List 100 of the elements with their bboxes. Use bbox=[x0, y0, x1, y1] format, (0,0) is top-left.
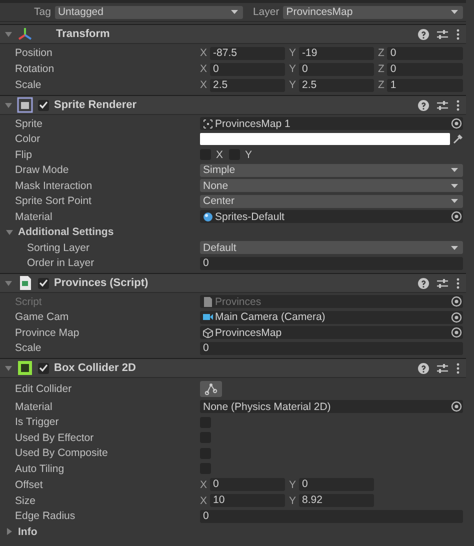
field-label: Draw Mode bbox=[14, 164, 70, 176]
help-icon[interactable] bbox=[418, 362, 429, 374]
object-picker-icon[interactable] bbox=[451, 118, 462, 130]
expand-arrow-icon[interactable] bbox=[5, 30, 12, 38]
axis-label: X bbox=[200, 478, 208, 490]
field-label: Edit Collider bbox=[14, 383, 73, 395]
edit-collider-button[interactable] bbox=[200, 381, 222, 397]
object-field[interactable]: ProvincesMap 1 bbox=[200, 117, 463, 130]
sprite-renderer-icon bbox=[17, 97, 33, 113]
number-field[interactable]: 0 bbox=[210, 62, 285, 76]
more-icon[interactable] bbox=[456, 362, 460, 374]
checkmark-icon bbox=[39, 279, 48, 287]
more-icon[interactable] bbox=[456, 278, 460, 288]
number-field[interactable]: 2.5 bbox=[210, 78, 285, 92]
component-header[interactable]: Sprite Renderer bbox=[0, 95, 466, 115]
collapse-arrow-icon[interactable] bbox=[6, 528, 13, 536]
enable-checkbox[interactable] bbox=[38, 278, 49, 288]
field-label: Size bbox=[14, 494, 36, 506]
component-header[interactable]: Transform bbox=[0, 24, 466, 44]
camera-icon bbox=[203, 312, 213, 322]
axis-label: X bbox=[200, 494, 208, 506]
checkmark-icon bbox=[39, 364, 48, 372]
layer-dropdown[interactable]: ProvincesMap bbox=[283, 6, 463, 18]
number-field[interactable]: 10 bbox=[210, 494, 285, 507]
caret-icon bbox=[451, 168, 458, 172]
checkmark-icon bbox=[39, 101, 48, 109]
number-field[interactable]: 0 bbox=[200, 342, 463, 355]
component-header[interactable]: Box Collider 2D bbox=[0, 358, 466, 378]
field-label: Material bbox=[14, 400, 54, 413]
field-label: Edge Radius bbox=[14, 510, 76, 522]
sliders-icon[interactable] bbox=[437, 362, 448, 374]
tag-dropdown[interactable]: Untagged bbox=[54, 6, 243, 18]
sliders-icon[interactable] bbox=[437, 28, 448, 40]
sliders-icon[interactable] bbox=[437, 100, 448, 110]
field-label: Scale bbox=[14, 79, 42, 91]
axis-label: X bbox=[200, 63, 208, 75]
component-title: Transform bbox=[56, 28, 111, 40]
eyedropper-icon[interactable] bbox=[453, 134, 463, 144]
object-picker-icon[interactable] bbox=[451, 327, 462, 338]
cube-icon bbox=[203, 328, 213, 338]
field-label: Sprite Sort Point bbox=[14, 195, 92, 208]
dropdown[interactable]: Center bbox=[200, 194, 463, 208]
number-field[interactable]: 8.92 bbox=[299, 494, 374, 507]
color-swatch[interactable] bbox=[200, 133, 450, 146]
number-field[interactable]: 0 bbox=[200, 256, 463, 270]
number-field[interactable]: 0 bbox=[387, 46, 463, 60]
number-field[interactable]: 0 bbox=[210, 478, 285, 491]
help-icon[interactable] bbox=[418, 28, 429, 40]
help-icon[interactable] bbox=[418, 278, 429, 288]
object-field[interactable]: None (Physics Material 2D) bbox=[200, 400, 463, 414]
number-field[interactable]: -19 bbox=[299, 46, 374, 60]
number-field[interactable]: 0 bbox=[299, 62, 374, 76]
layer-label: Layer bbox=[252, 6, 280, 18]
number-field[interactable]: 0 bbox=[299, 478, 374, 491]
dropdown[interactable]: None bbox=[200, 179, 463, 192]
expand-arrow-icon[interactable] bbox=[5, 102, 12, 108]
object-field[interactable]: Main Camera (Camera) bbox=[200, 310, 463, 324]
axis-label: Z bbox=[378, 47, 384, 59]
expand-arrow-icon[interactable] bbox=[5, 280, 12, 286]
number-field[interactable]: 0 bbox=[200, 510, 463, 523]
more-icon[interactable] bbox=[456, 100, 460, 110]
axis-label: X bbox=[200, 79, 208, 91]
number-field[interactable]: 1 bbox=[387, 78, 463, 92]
field-label: Rotation bbox=[14, 63, 56, 75]
component-title: Sprite Renderer bbox=[54, 99, 138, 111]
number-field[interactable]: -87.5 bbox=[210, 46, 285, 60]
object-field[interactable]: ProvincesMap bbox=[200, 326, 463, 340]
field-label: Sorting Layer bbox=[26, 242, 90, 254]
object-picker-icon[interactable] bbox=[451, 312, 462, 323]
object-picker-icon[interactable] bbox=[451, 401, 462, 412]
more-icon[interactable] bbox=[456, 28, 460, 40]
object-field[interactable]: Sprites-Default bbox=[200, 210, 463, 224]
foldout-label[interactable]: Additional Settings bbox=[18, 226, 114, 238]
axis-label: Z bbox=[378, 79, 384, 91]
expand-arrow-icon[interactable] bbox=[6, 228, 13, 236]
axis-label: X bbox=[200, 47, 208, 59]
tag-label: Tag bbox=[34, 6, 51, 18]
component-header[interactable]: Provinces (Script) bbox=[0, 273, 466, 293]
help-icon[interactable] bbox=[418, 100, 429, 110]
field-label: Material bbox=[14, 210, 54, 223]
enable-checkbox[interactable] bbox=[38, 362, 49, 374]
number-field[interactable]: 0 bbox=[387, 62, 463, 76]
enable-checkbox[interactable] bbox=[38, 100, 49, 110]
component-title: Box Collider 2D bbox=[54, 362, 137, 374]
checkbox-label: Y bbox=[245, 148, 252, 161]
axis-label: Z bbox=[378, 63, 384, 75]
field-label: Auto Tiling bbox=[14, 462, 66, 475]
field-label: Color bbox=[14, 133, 42, 146]
number-field[interactable]: 2.5 bbox=[299, 78, 374, 92]
dropdown[interactable]: Simple bbox=[200, 164, 463, 177]
dropdown[interactable]: Default bbox=[200, 241, 463, 254]
caret-icon bbox=[451, 199, 458, 204]
field-label: Offset bbox=[14, 478, 44, 490]
sliders-icon[interactable] bbox=[437, 278, 448, 288]
caret-icon bbox=[451, 246, 458, 250]
field-label: Used By Effector bbox=[14, 432, 95, 444]
field-label: Position bbox=[14, 47, 54, 59]
foldout-label[interactable]: Info bbox=[18, 526, 38, 538]
expand-arrow-icon[interactable] bbox=[5, 364, 12, 372]
object-picker-icon[interactable] bbox=[451, 211, 462, 222]
